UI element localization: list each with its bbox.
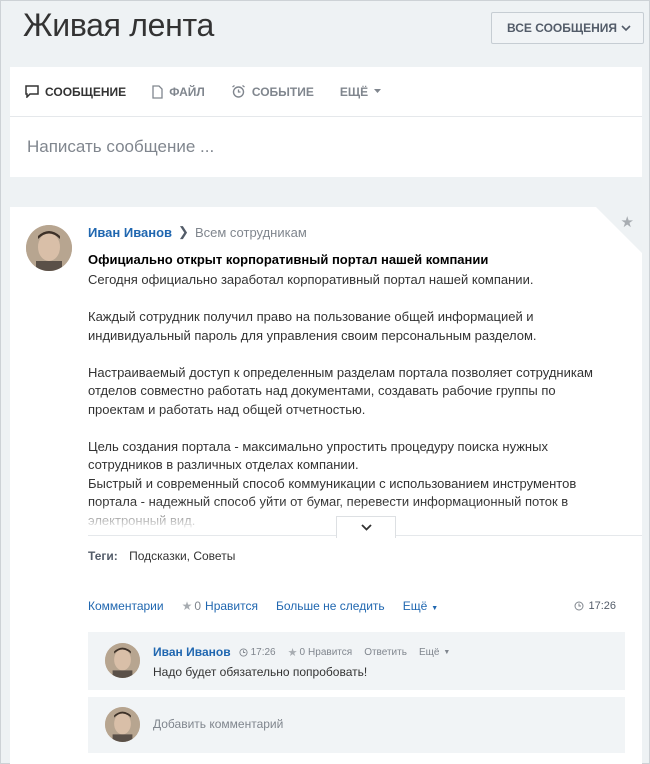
like-button[interactable]: ★ 0 Нравится: [182, 599, 258, 613]
message-icon: [25, 85, 39, 98]
post-more-menu[interactable]: Ещё ▼: [403, 599, 439, 613]
comment-like-button[interactable]: ★ 0 Нравится: [288, 646, 353, 659]
filter-dropdown[interactable]: ВСЕ СООБЩЕНИЯ: [491, 12, 644, 44]
comment-header: Иван Иванов 17:26 ★ 0 Нравится Ответить Ещ…: [153, 645, 462, 659]
comment-time: 17:26: [239, 647, 276, 658]
post-destination[interactable]: Всем сотрудникам: [195, 225, 307, 240]
tab-message[interactable]: СООБЩЕНИЕ: [25, 67, 126, 117]
comments-link[interactable]: Комментарии: [88, 599, 164, 613]
tab-event[interactable]: СОБЫТИЕ: [231, 67, 314, 117]
alarm-clock-icon: [231, 84, 245, 98]
comment-time-value: 17:26: [250, 646, 276, 658]
comment-more-menu[interactable]: Ещё ▼: [419, 647, 450, 658]
post-tags: Теги: Подсказки, Советы: [88, 549, 235, 563]
add-comment-input[interactable]: Добавить комментарий: [153, 717, 283, 731]
compose-message-input[interactable]: Написать сообщение ...: [27, 137, 214, 157]
post-paragraph: Цель создания портала - максимально упро…: [88, 438, 548, 473]
chevron-right-icon: ❯: [178, 224, 189, 239]
clock-icon: [239, 647, 248, 657]
caret-down-icon: [374, 89, 382, 93]
post-corner: [596, 207, 642, 253]
page-title: Живая лента: [23, 7, 215, 43]
star-icon: ★: [287, 646, 298, 659]
comment-more-label: Ещё: [418, 646, 440, 658]
avatar[interactable]: [105, 643, 140, 678]
post-title: Официально открыт корпоративный портал н…: [88, 252, 489, 267]
avatar[interactable]: [26, 225, 72, 271]
composer-tabs: СООБЩЕНИЕ ФАЙЛ СОБЫТИЕ ЕЩЁ: [10, 67, 642, 117]
comment-author-link[interactable]: Иван Иванов: [153, 645, 231, 659]
tags-list[interactable]: Подсказки, Советы: [129, 549, 235, 563]
tab-message-label: СООБЩЕНИЕ: [45, 84, 127, 99]
filter-label: ВСЕ СООБЩЕНИЯ: [507, 21, 618, 35]
post-time-value: 17:26: [588, 600, 616, 612]
post-actions: Комментарии ★ 0 Нравится Больше не следить…: [88, 599, 616, 613]
caret-down-icon: ▼: [431, 605, 439, 612]
like-label: Нравится: [205, 599, 258, 613]
comment-like-label: Нравится: [308, 646, 353, 658]
star-icon: ★: [181, 599, 193, 613]
unfollow-link[interactable]: Больше не следить: [276, 599, 385, 613]
star-icon[interactable]: ★: [621, 213, 634, 231]
comment-reply-link[interactable]: Ответить: [364, 647, 407, 658]
tab-event-label: СОБЫТИЕ: [251, 84, 314, 99]
composer: СООБЩЕНИЕ ФАЙЛ СОБЫТИЕ ЕЩЁ Написать сооб…: [10, 67, 642, 177]
add-comment-box[interactable]: Добавить комментарий: [88, 697, 625, 753]
tab-more-label: ЕЩЁ: [339, 84, 369, 99]
comment: Иван Иванов 17:26 ★ 0 Нравится Ответить Ещ…: [88, 632, 625, 690]
feed-post: ★ Иван Иванов ❯ Всем сотрудникам Официал…: [10, 207, 642, 764]
tab-file-label: ФАЙЛ: [169, 84, 205, 99]
post-time: 17:26: [574, 600, 616, 612]
tags-label: Теги:: [88, 549, 118, 563]
chevron-down-icon: [360, 524, 372, 531]
caret-down-icon: ▼: [443, 648, 451, 656]
post-paragraph: Настраиваемый доступ к определенным разд…: [88, 364, 593, 417]
comment-text: Надо будет обязательно попробовать!: [153, 665, 368, 679]
post-paragraph: Сегодня официально заработал корпоративн…: [88, 272, 534, 287]
like-count: 0: [194, 599, 202, 613]
avatar: [105, 707, 140, 742]
post-body: Сегодня официально заработал корпоративн…: [88, 271, 608, 528]
post-author-link[interactable]: Иван Иванов: [88, 225, 172, 240]
post-more-label: Ещё: [402, 599, 428, 613]
expand-post-button[interactable]: [336, 516, 396, 538]
comment-like-count: 0: [299, 646, 306, 658]
post-header: Иван Иванов ❯ Всем сотрудникам: [88, 224, 307, 240]
clock-icon: [574, 601, 584, 611]
tab-file[interactable]: ФАЙЛ: [152, 67, 205, 117]
post-paragraph: Каждый сотрудник получил право на пользо…: [88, 309, 537, 343]
file-icon: [152, 84, 163, 99]
tab-more[interactable]: ЕЩЁ: [340, 67, 387, 117]
chevron-down-icon: [621, 25, 631, 32]
